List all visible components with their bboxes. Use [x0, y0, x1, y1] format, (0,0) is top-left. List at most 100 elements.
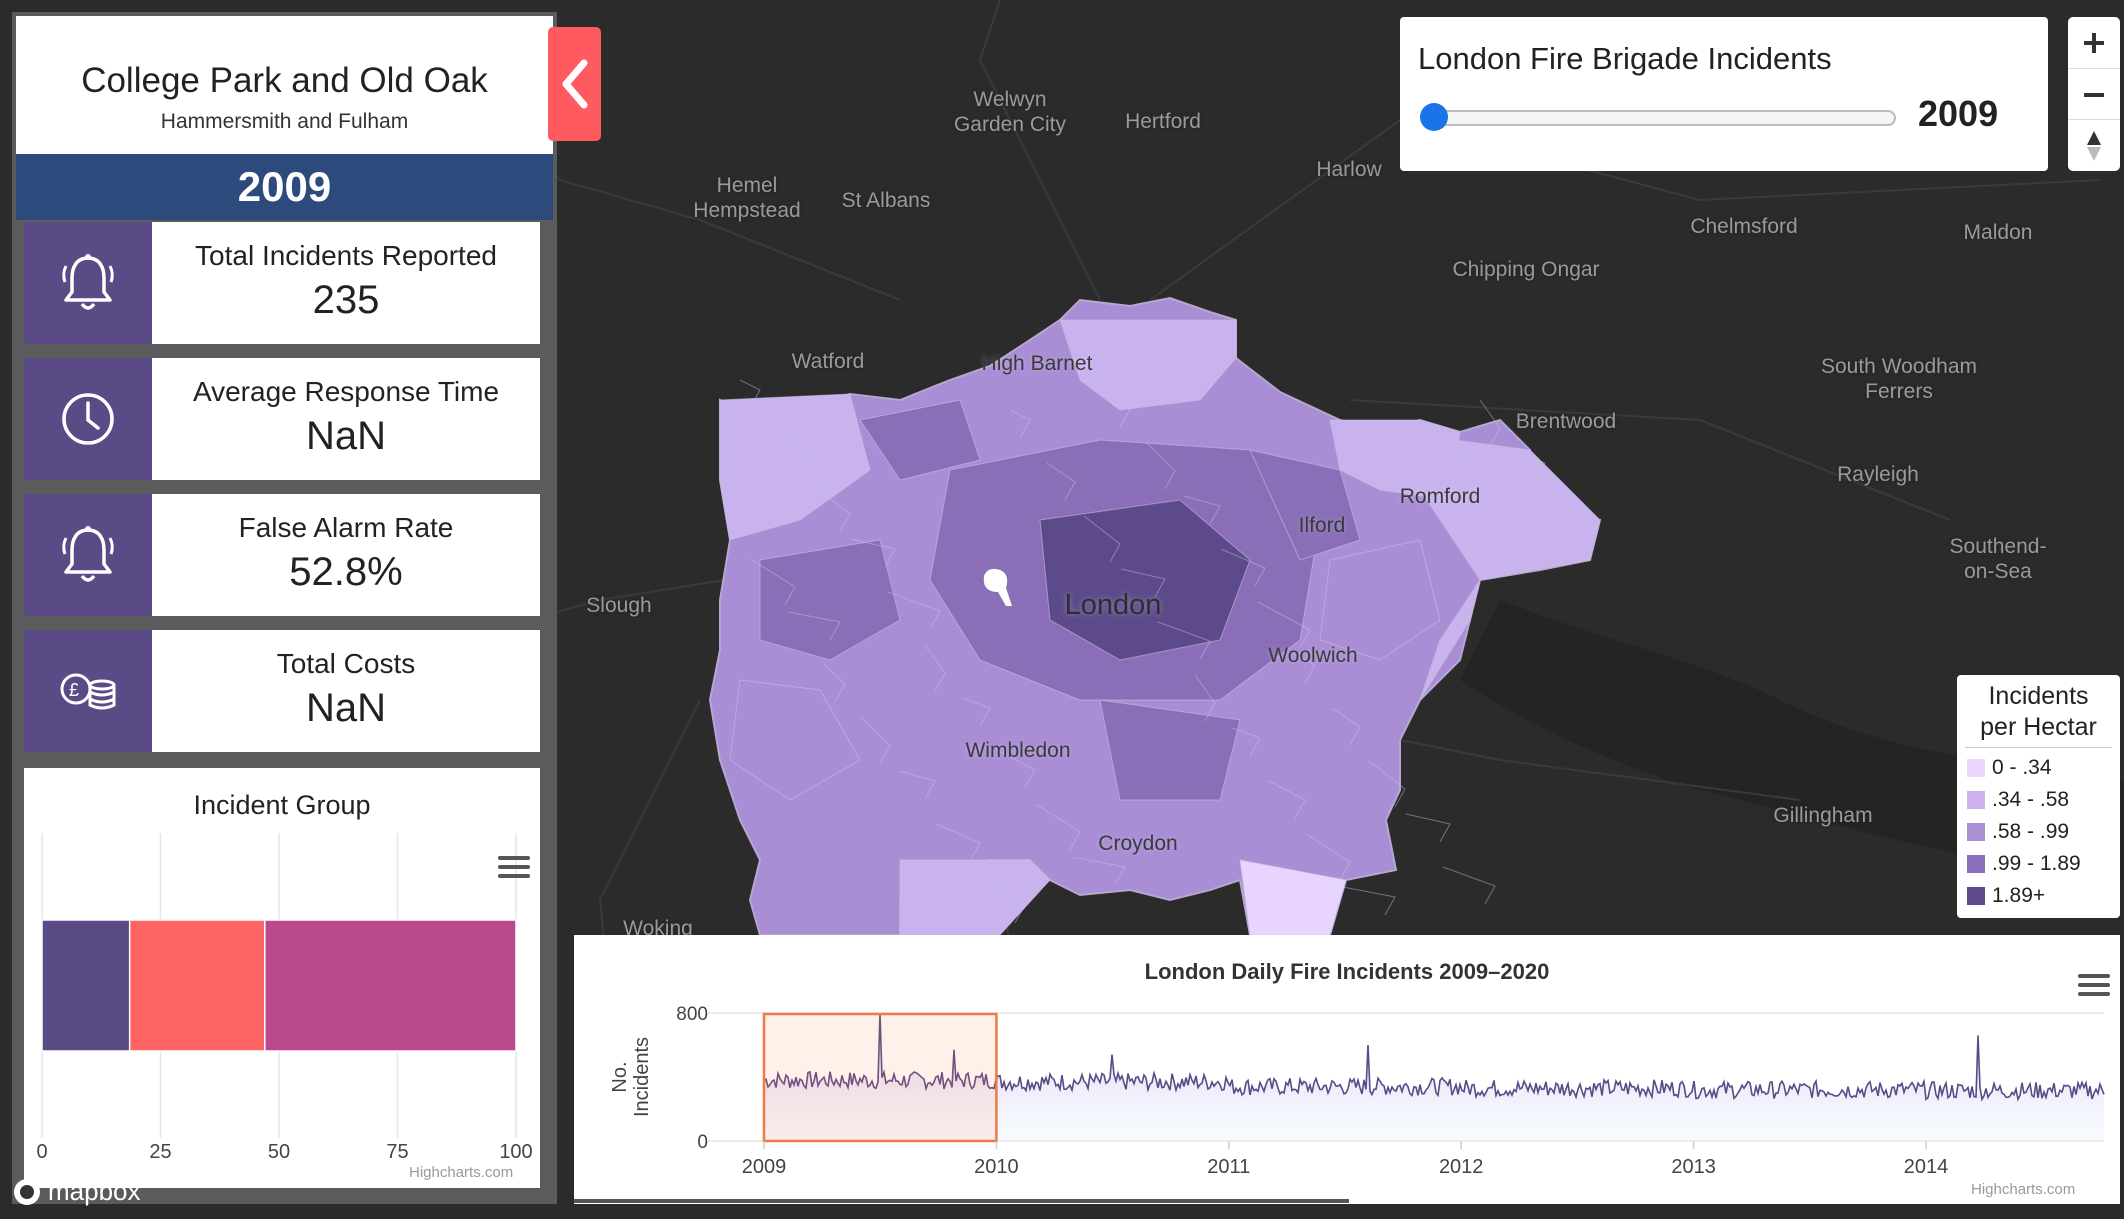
card-label: Total Incidents Reported	[195, 240, 497, 271]
compass-icon	[2087, 130, 2101, 161]
card-label: Average Response Time	[192, 376, 500, 407]
card-label: False Alarm Rate	[238, 512, 454, 543]
legend-swatch	[1967, 791, 1985, 809]
place-label-wimbledon: Wimbledon	[965, 739, 1071, 762]
tick-label: 2010	[974, 1156, 1019, 1178]
legend-label: .34 - .58	[1992, 788, 2070, 811]
daily-incidents-svg[interactable]: 0 800 No.Incidents 2009 2010 2011 2012 2013 2014	[574, 935, 2120, 1204]
bar-segment[interactable]	[128, 919, 266, 1052]
bell-icon	[24, 494, 152, 616]
place-label-slough: Slough	[586, 594, 652, 617]
tick-label: 2013	[1671, 1156, 1716, 1178]
card-total-costs: £ Total Costs NaN	[24, 630, 540, 752]
bar-segment[interactable]	[264, 919, 517, 1052]
place-label-highbarnet: High Barnet	[981, 352, 1093, 375]
minus-icon	[2084, 92, 2104, 97]
zoom-out-button[interactable]	[2068, 68, 2120, 120]
tick-label: 2009	[742, 1156, 787, 1178]
card-value: 52.8%	[289, 550, 403, 594]
ward-title: College Park and Old Oak	[81, 61, 488, 100]
card-value: NaN	[305, 686, 387, 730]
daily-incidents-chart: London Daily Fire Incidents 2009–2020 08…	[574, 935, 2120, 1204]
horizontal-scrollbar[interactable]	[574, 1199, 1349, 1203]
legend-swatch	[1967, 855, 1985, 873]
legend-title: Incidents per Hectar	[1957, 681, 2120, 743]
map-zoom-controls	[2068, 17, 2120, 171]
ward-sidebar: College Park and Old Oak Hammersmith and…	[12, 12, 557, 1204]
collapse-sidebar-button[interactable]	[548, 27, 601, 141]
place-label-london: London	[1064, 589, 1162, 621]
card-response-time: Average Response Time NaN	[24, 358, 540, 480]
tick-label: 2012	[1439, 1156, 1484, 1178]
legend-swatch	[1967, 823, 1985, 841]
clock-icon	[24, 358, 152, 480]
borough-subtitle: Hammersmith and Fulham	[160, 110, 409, 133]
chart-menu-icon[interactable]	[498, 854, 530, 880]
ward-header: College Park and Old Oak Hammersmith and…	[16, 16, 553, 154]
bar-segment[interactable]	[41, 919, 131, 1052]
slider-title: London Fire Brigade Incidents	[1418, 41, 1832, 76]
place-label-southwoodham: South Woodham Ferrers	[1820, 355, 1978, 403]
tick-label: 2011	[1207, 1156, 1250, 1178]
selected-ward-marker[interactable]	[978, 568, 1018, 618]
legend-swatch	[1967, 759, 1985, 777]
place-label-woolwich: Woolwich	[1268, 644, 1358, 667]
mapbox-label[interactable]: mapbox	[48, 1176, 141, 1207]
year-slider-track[interactable]	[1430, 110, 1896, 126]
legend-label: .58 - .99	[1992, 820, 2070, 843]
card-false-alarm-rate: False Alarm Rate 52.8%	[24, 494, 540, 616]
card-total-incidents: Total Incidents Reported 235	[24, 222, 540, 344]
chevron-left-icon	[562, 59, 587, 109]
legend-label: .99 - 1.89	[1992, 852, 2081, 875]
tick-label: 100	[499, 1141, 532, 1163]
place-label-hertford: Hertford	[1125, 110, 1201, 133]
year-slider-handle[interactable]	[1420, 103, 1448, 131]
bell-icon	[24, 222, 152, 344]
card-label: Total Costs	[276, 648, 416, 679]
place-label-rayleigh: Rayleigh	[1837, 463, 1919, 486]
place-label-romford: Romford	[1399, 485, 1481, 508]
legend-title-line2: per Hectar	[1980, 713, 2097, 741]
tick-label: 50	[268, 1141, 290, 1163]
axis-label: No.Incidents	[609, 1037, 653, 1117]
place-label-welwyn: Welwyn Garden City	[953, 88, 1067, 136]
map-legend: Incidents per Hectar 0 - .34 .34 - .58 .58…	[1957, 675, 2120, 918]
place-label-harlow: Harlow	[1316, 158, 1382, 181]
compass-button[interactable]	[2068, 119, 2120, 171]
selected-year-banner: 2009	[16, 154, 553, 220]
tick-label: 0	[697, 1132, 708, 1153]
plus-icon	[2084, 32, 2104, 53]
year-slider-panel: London Fire Brigade Incidents 2009	[1400, 17, 2048, 171]
legend-title-line1: Incidents	[1988, 682, 2089, 710]
place-label-maldon: Maldon	[1963, 221, 2033, 244]
legend-swatch	[1967, 887, 1985, 905]
place-label-brentwood: Brentwood	[1515, 410, 1617, 433]
place-label-southend: Southend-on-Sea	[1949, 535, 2047, 583]
navigator-selection[interactable]	[762, 1012, 998, 1143]
zoom-in-button[interactable]	[2068, 17, 2120, 68]
tick-label: 25	[149, 1141, 171, 1163]
legend-label: 1.89+	[1992, 884, 2046, 907]
legend-item: .34 - .58	[1967, 787, 2069, 813]
highcharts-credit[interactable]: Highcharts.com	[409, 1164, 513, 1181]
svg-text:£: £	[69, 680, 79, 700]
legend-item: .99 - 1.89	[1967, 851, 2081, 877]
highcharts-credit[interactable]: Highcharts.com	[1971, 1181, 2075, 1198]
card-value: NaN	[305, 414, 387, 458]
legend-item: 0 - .34	[1967, 755, 2052, 781]
place-label-stalbans: St Albans	[841, 189, 931, 212]
place-label-hemel: Hemel Hempstead	[693, 174, 801, 222]
place-label-croydon: Croydon	[1098, 832, 1178, 855]
mapbox-icon	[14, 1178, 40, 1205]
incident-group-chart: Incident Group 0 25 50 75 100 Highcharts.com	[24, 768, 540, 1188]
place-label-chipping: Chipping Ongar	[1452, 258, 1600, 281]
slider-year-value: 2009	[1918, 93, 1999, 134]
place-label-ilford: Ilford	[1298, 514, 1346, 537]
tick-label: 2014	[1904, 1156, 1949, 1178]
chart-menu-icon[interactable]	[2078, 972, 2110, 998]
mapbox-logo[interactable]: mapbox	[12, 1176, 141, 1207]
tick-label: 800	[676, 1004, 708, 1025]
place-label-watford: Watford	[791, 350, 865, 373]
coins-icon: £	[24, 630, 152, 752]
tick-label: 0	[36, 1141, 47, 1163]
